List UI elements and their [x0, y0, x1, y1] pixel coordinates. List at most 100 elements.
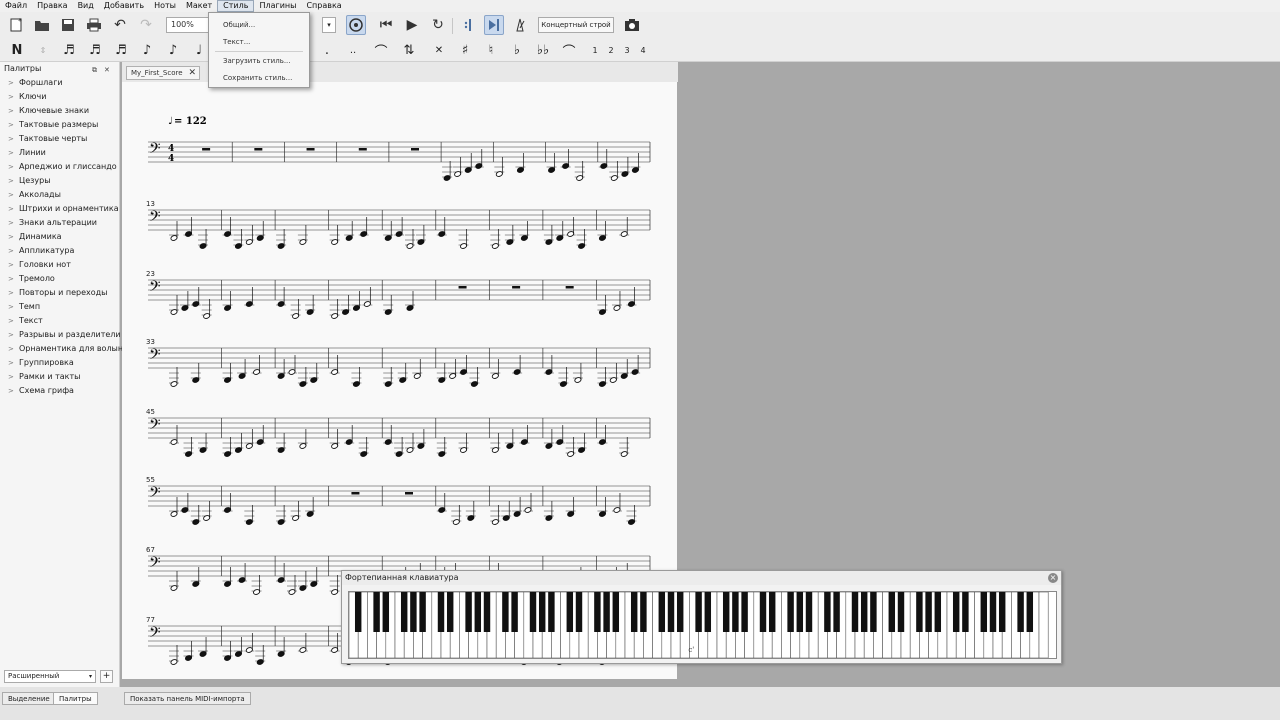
flip-direction-icon[interactable]: ⇅ [400, 41, 418, 59]
black-key[interactable] [824, 592, 831, 632]
black-key[interactable] [575, 592, 583, 632]
undo-icon[interactable]: ↶ [110, 15, 130, 35]
black-key[interactable] [548, 592, 555, 632]
tab-selection[interactable]: Выделение [2, 692, 56, 705]
black-key[interactable] [566, 592, 574, 632]
open-folder-icon[interactable] [32, 15, 52, 35]
palette-item[interactable]: > Линии [0, 146, 119, 160]
zoom-input[interactable]: 100% [166, 17, 210, 33]
natural-icon[interactable]: ♮ [482, 41, 500, 59]
menu-help[interactable]: Справка [301, 0, 346, 12]
flat-icon[interactable]: ♭ [508, 41, 526, 59]
palette-item[interactable]: > Ключевые знаки [0, 104, 119, 118]
black-key[interactable] [1017, 592, 1024, 632]
palette-item[interactable]: > Акколады [0, 188, 119, 202]
palette-item[interactable]: > Головки нот [0, 258, 119, 272]
whole-rest[interactable] [405, 492, 413, 495]
menu-add[interactable]: Добавить [99, 0, 149, 12]
style-text-item[interactable]: Текст... [223, 38, 250, 46]
black-key[interactable] [354, 592, 362, 632]
staff-system[interactable]: 𝄢 44 [148, 140, 651, 181]
black-key[interactable] [980, 592, 988, 632]
menu-edit[interactable]: Правка [32, 0, 72, 12]
palette-item[interactable]: > Знаки альтерации [0, 216, 119, 230]
slur-icon[interactable]: ⌒ [560, 41, 578, 60]
duration-8th-icon[interactable]: ♪ [138, 41, 156, 59]
black-key[interactable] [400, 592, 408, 632]
black-key[interactable] [989, 592, 997, 632]
staff-system[interactable]: 13𝄢 [146, 200, 651, 249]
palette-item[interactable]: > Арпеджио и глиссандо [0, 160, 119, 174]
staff-system[interactable]: 45𝄢 [146, 408, 651, 457]
black-key[interactable] [934, 592, 942, 632]
tab-palettes[interactable]: Палитры [53, 692, 98, 705]
black-key[interactable] [888, 592, 896, 632]
black-key[interactable] [741, 592, 748, 632]
black-key[interactable] [952, 592, 960, 632]
black-key[interactable] [373, 592, 380, 632]
black-key[interactable] [603, 592, 610, 632]
close-icon[interactable]: × [1048, 573, 1058, 583]
palette-item[interactable]: > Рамки и такты [0, 370, 119, 384]
staff-system[interactable]: 55𝄢 [146, 476, 651, 525]
black-key[interactable] [640, 592, 647, 632]
black-key[interactable] [529, 592, 537, 632]
sharp-icon[interactable]: ♯ [456, 41, 474, 59]
metronome-icon[interactable] [510, 15, 530, 35]
black-key[interactable] [667, 592, 675, 632]
black-key[interactable] [759, 592, 767, 632]
palette-item[interactable]: > Штрихи и орнаментика [0, 202, 119, 216]
black-key[interactable] [382, 592, 390, 632]
whole-rest[interactable] [358, 148, 367, 151]
loop-icon[interactable]: ↻ [428, 15, 448, 35]
black-key[interactable] [410, 592, 417, 632]
tie-icon[interactable]: ⌒ [372, 41, 390, 60]
duration-half-icon[interactable]: ♩ [190, 41, 208, 59]
palette-item[interactable]: > Повторы и переходы [0, 286, 119, 300]
whole-rest[interactable] [254, 148, 263, 151]
black-key[interactable] [419, 592, 426, 632]
black-key[interactable] [502, 592, 509, 632]
load-style-item[interactable]: Загрузить стиль... [223, 57, 291, 65]
black-key[interactable] [695, 592, 702, 632]
palette-item[interactable]: > Тремоло [0, 272, 119, 286]
whole-rest[interactable] [411, 148, 419, 151]
palette-item[interactable]: > Форшлаги [0, 76, 119, 90]
black-key[interactable] [676, 592, 684, 632]
black-key[interactable] [897, 592, 905, 632]
black-key[interactable] [732, 592, 739, 632]
black-key[interactable] [483, 592, 491, 632]
black-key[interactable] [925, 592, 932, 632]
black-key[interactable] [833, 592, 840, 632]
palette-item[interactable]: > Схема грифа [0, 384, 119, 398]
black-key[interactable] [511, 592, 518, 632]
staff-system[interactable]: 33𝄢 [146, 338, 651, 387]
palette-item[interactable]: > Тактовые черты [0, 132, 119, 146]
duration-16th-icon[interactable]: ♬ [112, 41, 130, 59]
palette-item[interactable]: > Динамика [0, 230, 119, 244]
image-capture-icon[interactable] [622, 15, 642, 35]
whole-rest[interactable] [202, 148, 211, 151]
black-key[interactable] [998, 592, 1006, 632]
black-key[interactable] [916, 592, 923, 632]
repeat-playback-icon[interactable] [458, 15, 478, 35]
black-key[interactable] [538, 592, 546, 632]
augmentation-dot-icon[interactable]: . [318, 41, 336, 59]
black-key[interactable] [446, 592, 454, 632]
black-key[interactable] [851, 592, 859, 632]
white-key[interactable] [1038, 591, 1049, 659]
rewind-icon[interactable]: ⏮ [376, 15, 396, 35]
close-tab-icon[interactable]: ✕ [188, 67, 196, 79]
whole-rest[interactable] [458, 286, 467, 289]
save-style-item[interactable]: Сохранить стиль... [223, 74, 292, 82]
workspace-select[interactable]: Расширенный ▾ [4, 670, 96, 683]
menu-plugins[interactable]: Плагины [254, 0, 301, 12]
palette-item[interactable]: > Тактовые размеры [0, 118, 119, 132]
palette-item[interactable]: > Группировка [0, 356, 119, 370]
redo-icon[interactable]: ↷ [136, 15, 156, 35]
pan-score-icon[interactable] [484, 15, 504, 35]
duration-quarter-icon[interactable]: ♪ [164, 41, 182, 59]
palette-item[interactable]: > Темп [0, 300, 119, 314]
palette-item[interactable]: > Текст [0, 314, 119, 328]
note-input-icon[interactable]: N [8, 41, 26, 59]
